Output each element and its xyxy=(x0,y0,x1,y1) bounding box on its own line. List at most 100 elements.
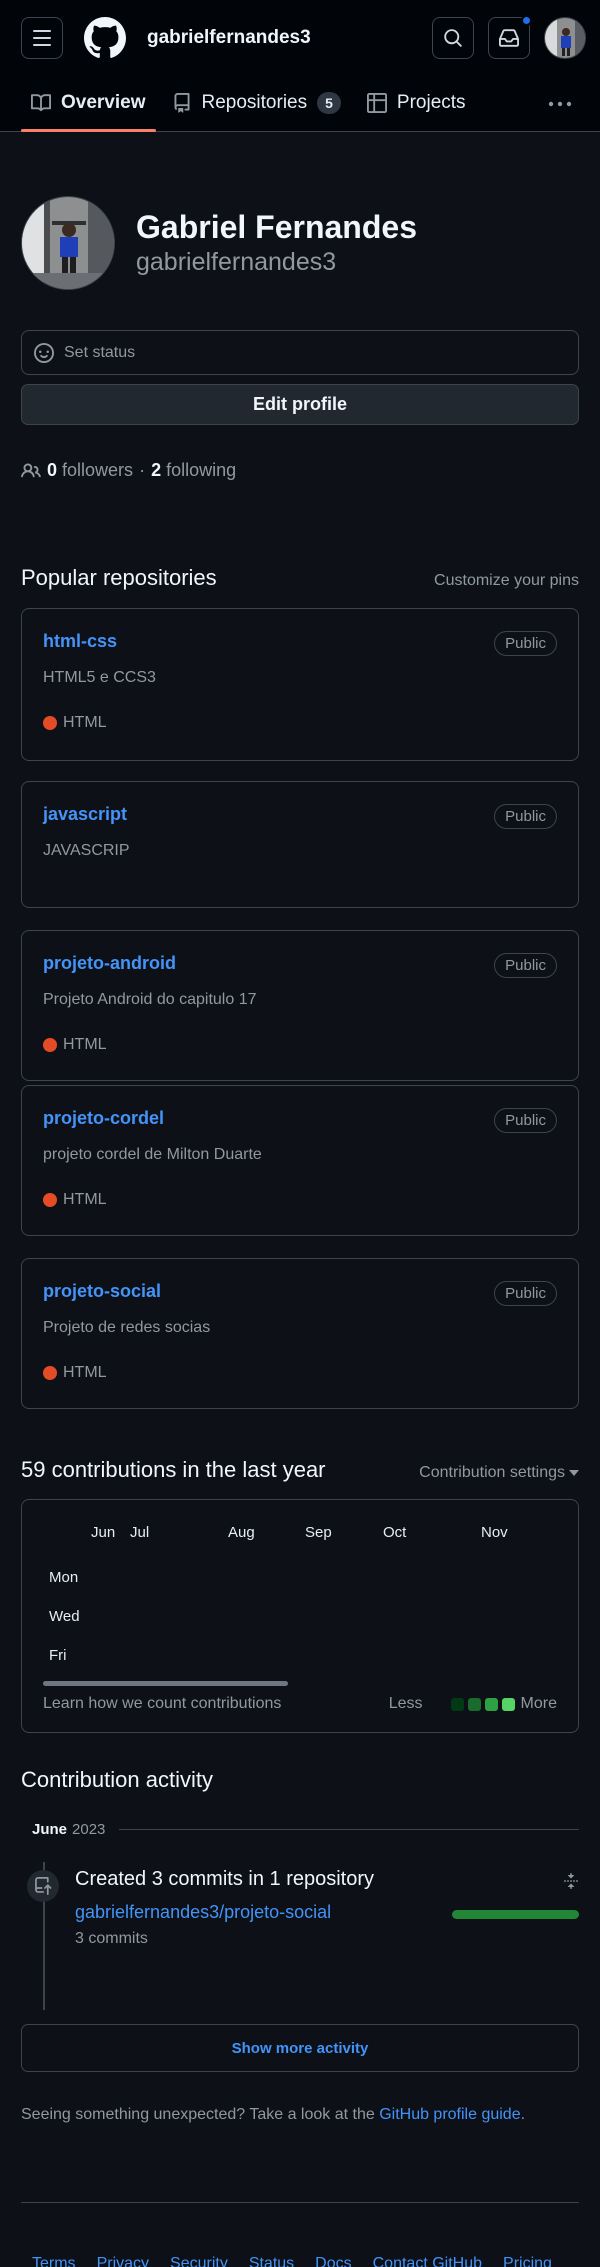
footer-link-privacy[interactable]: Privacy xyxy=(97,2255,149,2267)
month-label: Oct xyxy=(383,1524,407,1541)
repo-description: Projeto Android do capitulo 17 xyxy=(43,991,257,1008)
month-label: Jun xyxy=(91,1524,116,1541)
edit-profile-button[interactable]: Edit profile xyxy=(21,384,579,425)
repo-card: projeto-android Public Projeto Android d… xyxy=(21,930,579,1081)
hamburger-icon xyxy=(33,30,51,32)
footer-links: Terms Privacy Security Status Docs Conta… xyxy=(21,2255,579,2267)
search-icon xyxy=(444,29,462,47)
repo-name-link[interactable]: projeto-cordel xyxy=(43,1108,557,1129)
tab-projects[interactable]: Projects xyxy=(357,75,476,131)
following-count: 2 xyxy=(151,460,162,480)
separator-dot: · xyxy=(139,460,146,480)
contributions-title: 59 contributions in the last year xyxy=(21,1457,326,1482)
repo-name-link[interactable]: javascript xyxy=(43,804,557,825)
repo-language: HTML xyxy=(43,1036,557,1054)
day-label: Mon xyxy=(49,1569,79,1586)
repo-card: projeto-cordel Public projeto cordel de … xyxy=(21,1085,579,1236)
legend-square xyxy=(450,1697,464,1711)
github-logo-icon[interactable] xyxy=(84,17,126,59)
footer-link-status[interactable]: Status xyxy=(249,2255,294,2267)
profile-guide-note: Seeing something unexpected? Take a look… xyxy=(21,2106,579,2124)
repo-name-link[interactable]: html-css xyxy=(43,631,557,652)
follow-stats: 0 followers · 2 following xyxy=(21,460,579,481)
inbox-button[interactable] xyxy=(488,15,532,59)
show-more-activity-button[interactable]: Show more activity xyxy=(21,2024,579,2072)
language-color-dot xyxy=(43,1193,57,1207)
repositories-count-badge: 5 xyxy=(317,92,341,114)
search-button[interactable] xyxy=(432,17,474,59)
set-status-label: Set status xyxy=(64,343,136,361)
footer-link-contact[interactable]: Contact GitHub xyxy=(373,2255,482,2267)
repo-language-label: HTML xyxy=(63,1036,107,1053)
followers-link[interactable]: 0 followers xyxy=(47,460,133,481)
repo-language-label: HTML xyxy=(63,714,107,731)
footer-link-security[interactable]: Security xyxy=(170,2255,228,2267)
repo-language-label: HTML xyxy=(63,1364,107,1381)
visibility-badge: Public xyxy=(494,631,557,656)
activity-summary: Created 3 commits in 1 repository xyxy=(75,1868,375,1890)
more-options-icon[interactable] xyxy=(548,94,572,114)
legend-less-label: Less xyxy=(388,1695,423,1712)
contribution-settings-dropdown[interactable]: Contribution settings xyxy=(419,1464,579,1482)
repo-card: projeto-social Public Projeto de redes s… xyxy=(21,1258,579,1409)
people-icon xyxy=(21,462,41,477)
profile-header: Gabriel Fernandes gabrielfernandes3 xyxy=(21,196,579,290)
followers-label: followers xyxy=(62,460,134,480)
repo-language-label: HTML xyxy=(63,1191,107,1208)
language-color-dot xyxy=(43,1366,57,1380)
contributions-header: 59 contributions in the last year Contri… xyxy=(21,1457,579,1483)
contribution-settings-label: Contribution settings xyxy=(419,1464,565,1481)
profile-avatar[interactable] xyxy=(21,196,115,290)
repo-description: HTML5 e CCS3 xyxy=(43,669,156,686)
followers-count: 0 xyxy=(47,460,58,480)
following-link[interactable]: 2 following xyxy=(151,460,236,481)
profile-tabs: Overview Repositories 5 Projects xyxy=(0,76,600,132)
footer-link-docs[interactable]: Docs xyxy=(315,2255,351,2267)
app-header: gabrielfernandes3 xyxy=(0,0,600,76)
profile-full-name: Gabriel Fernandes xyxy=(136,209,417,245)
contribution-legend: Less More xyxy=(389,1695,557,1713)
avatar xyxy=(545,18,585,58)
caret-down-icon xyxy=(569,1470,579,1476)
month-label: Nov xyxy=(481,1524,508,1541)
hamburger-menu-button[interactable] xyxy=(21,17,63,59)
footer-divider xyxy=(21,2202,579,2203)
activity-month-header: June 2023 xyxy=(21,1821,579,1838)
popular-repos-header: Popular repositories Customize your pins xyxy=(21,565,579,591)
repo-name-link[interactable]: projeto-android xyxy=(43,953,557,974)
set-status-button[interactable]: Set status xyxy=(21,330,579,375)
learn-contributions-link[interactable]: Learn how we count contributions xyxy=(43,1695,281,1713)
visibility-badge: Public xyxy=(494,1108,557,1133)
repo-name-link[interactable]: projeto-social xyxy=(43,1281,557,1302)
repo-card: html-css Public HTML5 e CCS3 HTML xyxy=(21,608,579,761)
footer-link-pricing[interactable]: Pricing xyxy=(503,2255,552,2267)
header-username[interactable]: gabrielfernandes3 xyxy=(147,27,311,49)
contribution-calendar: Jun Jul Aug Sep Oct Nov Mon Wed Fri Lear… xyxy=(21,1499,579,1733)
tab-overview[interactable]: Overview xyxy=(21,75,156,132)
repo-push-icon xyxy=(35,1877,52,1895)
activity-icon-badge xyxy=(27,1870,59,1902)
language-color-dot xyxy=(43,1038,57,1052)
legend-square xyxy=(467,1697,481,1711)
calendar-scrollbar[interactable] xyxy=(43,1681,288,1686)
month-label: Sep xyxy=(305,1524,332,1541)
activity-item: Created 3 commits in 1 repository gabrie… xyxy=(21,1862,579,2012)
contribution-activity-title: Contribution activity xyxy=(21,1767,213,1792)
following-label: following xyxy=(166,460,237,480)
divider xyxy=(119,1829,579,1830)
profile-guide-link[interactable]: GitHub profile guide xyxy=(379,2106,520,2123)
repo-card: javascript Public JAVASCRIP xyxy=(21,781,579,908)
table-icon xyxy=(366,93,387,113)
activity-repo-link[interactable]: gabrielfernandes3/projeto-social xyxy=(75,1902,331,1923)
month-label: Aug xyxy=(228,1524,255,1541)
user-avatar-button[interactable] xyxy=(544,17,586,59)
customize-pins-link[interactable]: Customize your pins xyxy=(434,572,579,590)
fold-icon[interactable] xyxy=(563,1872,579,1890)
tab-repositories[interactable]: Repositories 5 xyxy=(162,75,351,131)
activity-commit-count[interactable]: 3 commits xyxy=(75,1930,148,1948)
legend-more-label: More xyxy=(520,1695,557,1712)
footer-link-terms[interactable]: Terms xyxy=(32,2255,76,2267)
notification-indicator xyxy=(521,15,532,26)
tab-overview-label: Overview xyxy=(61,92,146,113)
day-label: Fri xyxy=(49,1647,67,1664)
